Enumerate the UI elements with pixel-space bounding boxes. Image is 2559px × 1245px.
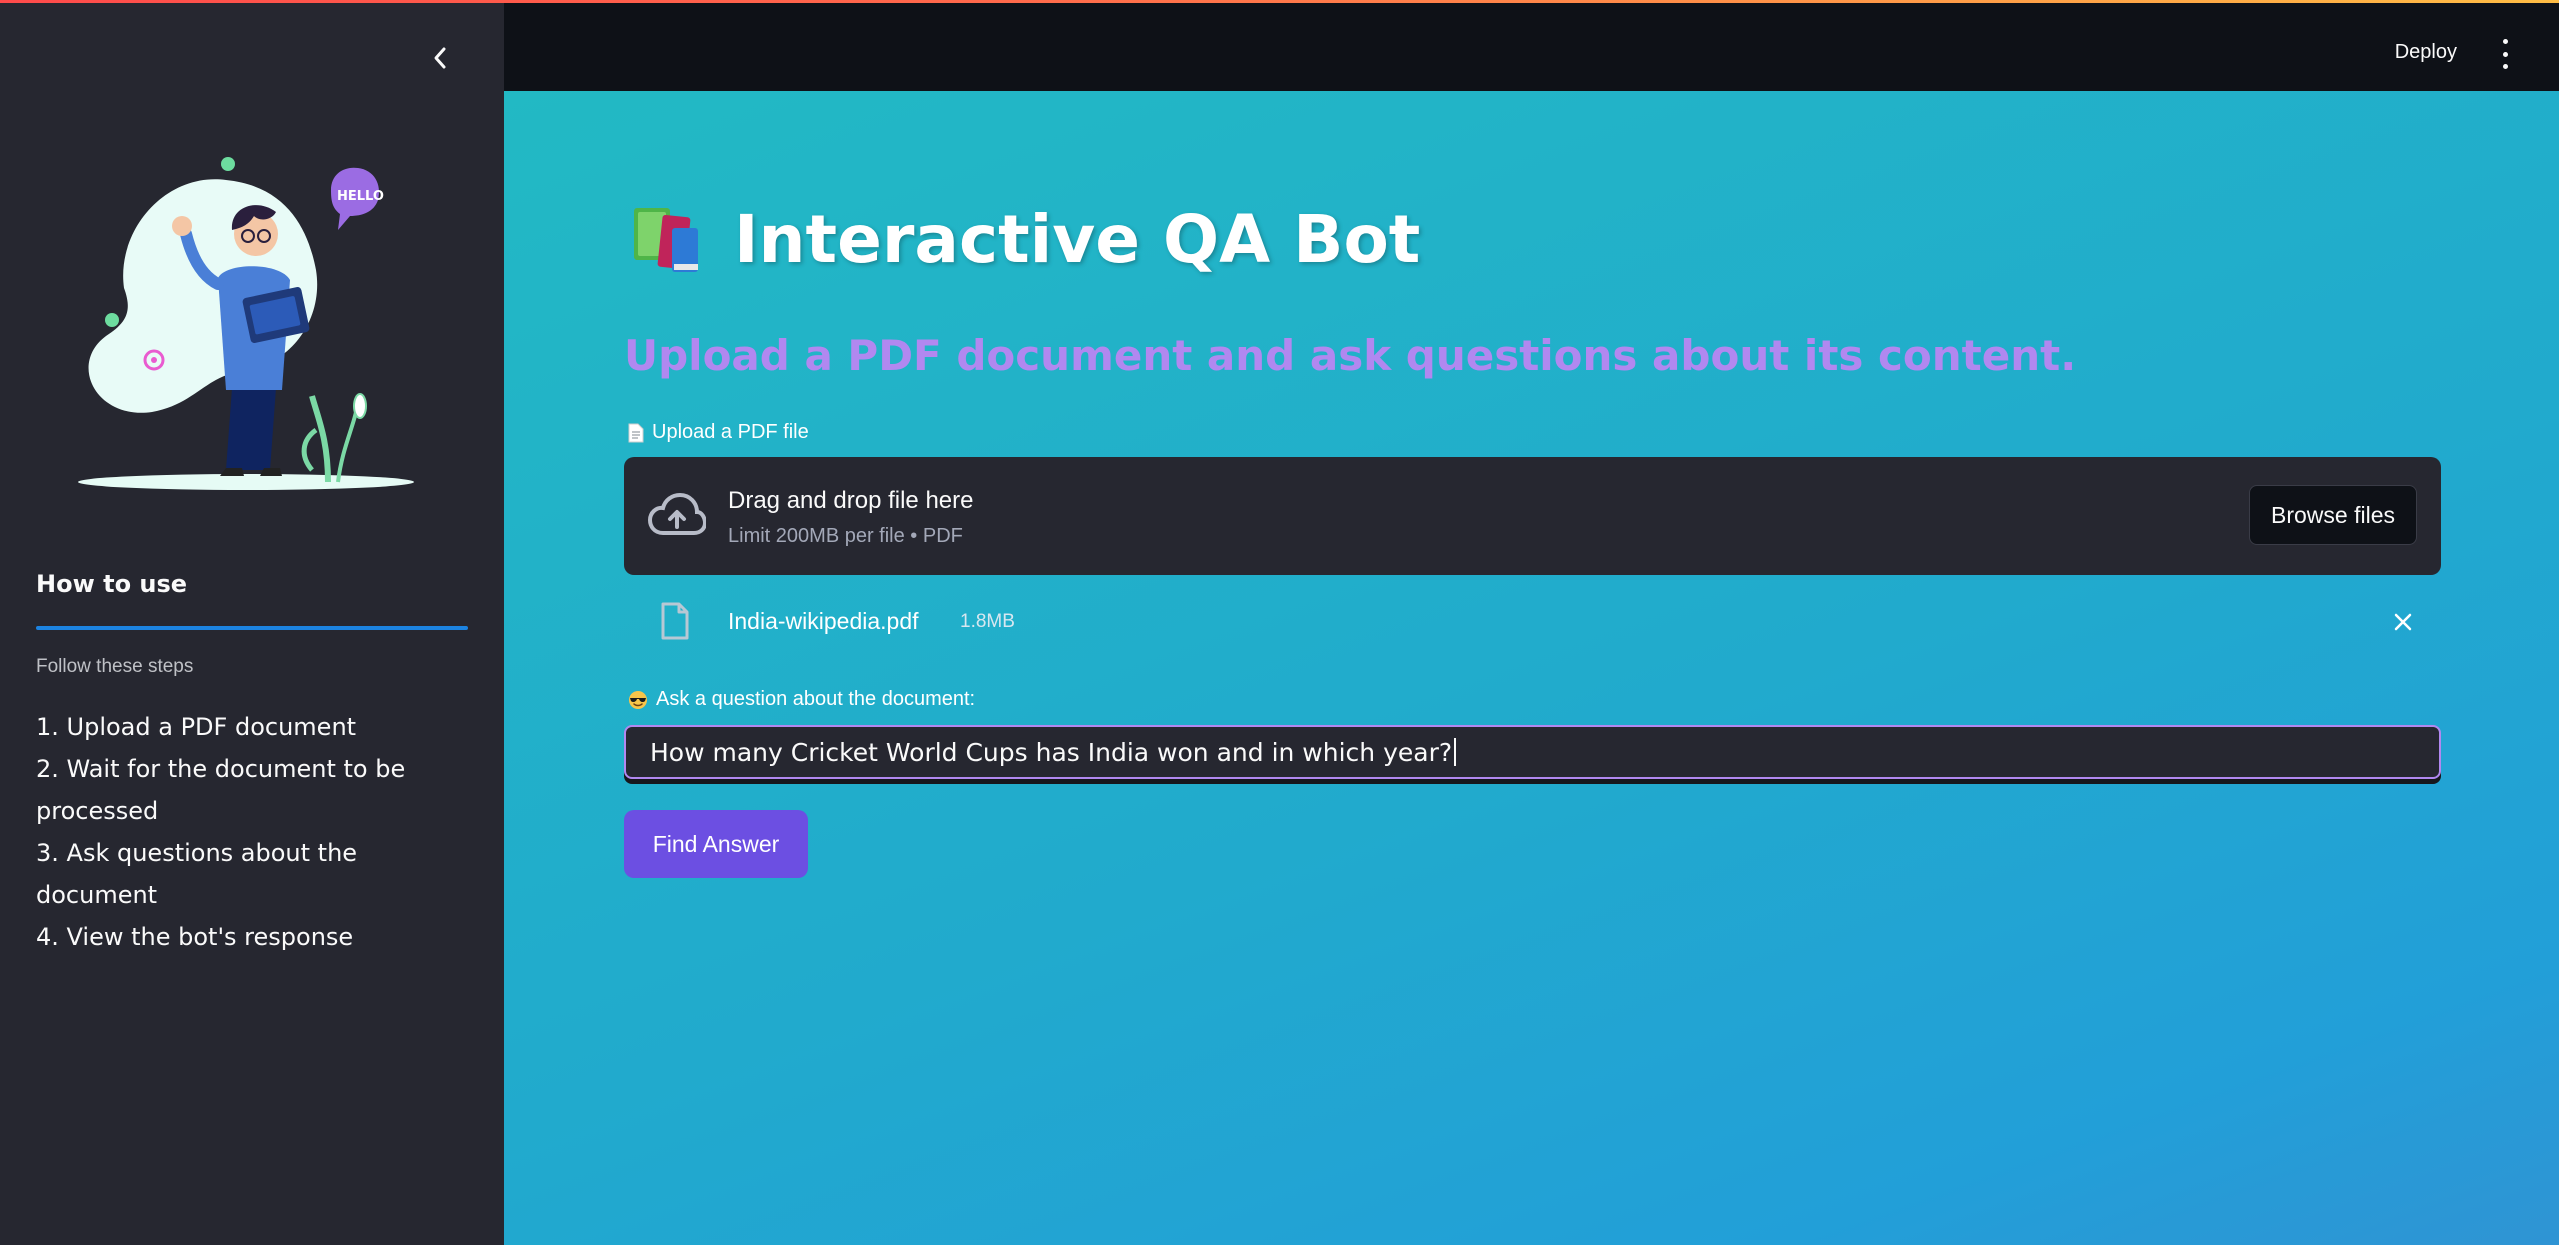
page-subtitle: Upload a PDF document and ask questions … — [624, 331, 2077, 380]
step-item: 2. Wait for the document to be processed — [36, 755, 406, 825]
find-answer-button[interactable]: Find Answer — [624, 810, 808, 878]
chevron-left-icon — [434, 47, 446, 69]
file-dropzone[interactable]: Drag and drop file here Limit 200MB per … — [624, 457, 2441, 575]
file-icon — [661, 602, 689, 640]
steps-list: 1. Upload a PDF document 2. Wait for the… — [36, 706, 476, 958]
upload-label: Upload a PDF file — [628, 421, 809, 444]
cloud-upload-icon — [648, 493, 706, 535]
title-row: Interactive QA Bot — [632, 201, 1420, 278]
close-icon — [2394, 613, 2412, 631]
upload-label-text: Upload a PDF file — [652, 421, 809, 443]
step-item: 3. Ask questions about the document — [36, 839, 358, 909]
more-vertical-icon — [2502, 39, 2508, 44]
question-input-value: How many Cricket World Cups has India wo… — [650, 737, 1453, 767]
sidebar: HELLO How to use Follow these steps 1. U… — [0, 0, 504, 1245]
uploaded-file-row: India-wikipedia.pdf 1.8MB — [624, 596, 2441, 652]
question-label-text: Ask a question about the document: — [656, 688, 976, 710]
hello-person-illustration: HELLO — [78, 157, 414, 490]
text-caret — [1454, 738, 1457, 766]
step-item: 1. Upload a PDF document — [36, 713, 357, 741]
how-to-use-heading: How to use — [36, 570, 188, 598]
question-input[interactable]: How many Cricket World Cups has India wo… — [624, 725, 2441, 779]
step-item: 4. View the bot's response — [36, 923, 354, 951]
remove-file-button[interactable] — [2389, 608, 2417, 636]
hello-bubble-text: HELLO — [337, 189, 384, 204]
collapse-sidebar-button[interactable] — [422, 40, 458, 76]
uploaded-file-name: India-wikipedia.pdf — [728, 608, 919, 634]
top-decoration-bar — [0, 0, 2559, 3]
uploaded-file-size: 1.8MB — [960, 611, 1015, 632]
drop-instructions: Drag and drop file here — [728, 487, 974, 514]
page-title: Interactive QA Bot — [734, 201, 1421, 278]
main-menu-button[interactable] — [2493, 39, 2517, 69]
books-icon — [634, 207, 698, 272]
deploy-button[interactable]: Deploy — [2395, 41, 2457, 64]
question-label: Ask a question about the document: — [628, 688, 975, 711]
page-icon — [628, 423, 644, 442]
app-header: Deploy — [504, 3, 2559, 91]
upload-limit-text: Limit 200MB per file • PDF — [728, 525, 963, 547]
main-content: Interactive QA Bot Upload a PDF document… — [504, 91, 2559, 1245]
browse-files-button[interactable]: Browse files — [2249, 485, 2417, 545]
heading-divider — [36, 626, 468, 630]
steps-caption: Follow these steps — [36, 656, 194, 677]
sunglasses-emoji-icon — [629, 690, 647, 709]
